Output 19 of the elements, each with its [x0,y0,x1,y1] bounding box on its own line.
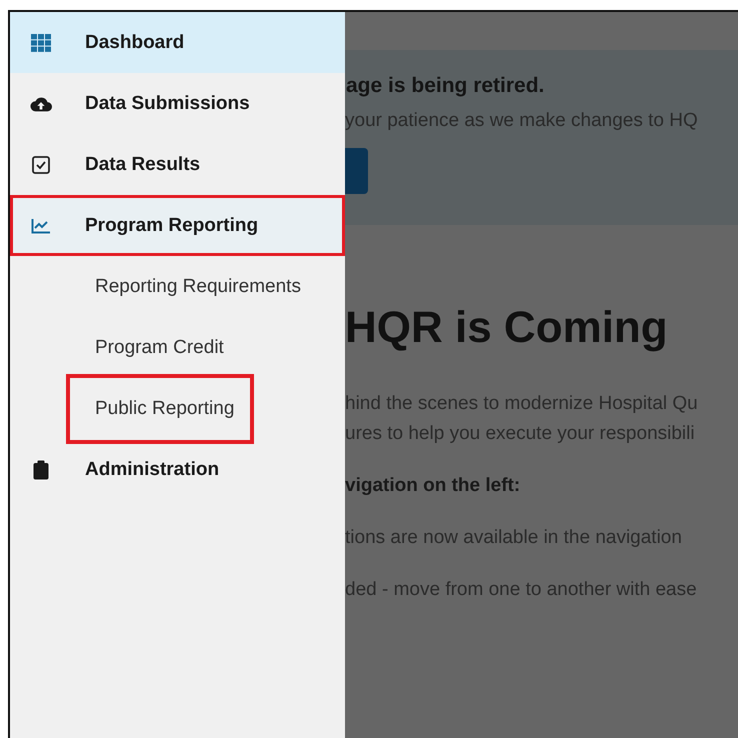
banner-text: your patience as we make changes to HQ [345,110,699,132]
page-heading: HQR is Coming [345,303,669,353]
body-text: tions are now available in the navigation [345,526,683,550]
nav-item[interactable]: Data Submissions [10,73,345,134]
nav-item[interactable]: Data Results [10,134,345,195]
banner-button[interactable] [345,148,368,194]
body-text: ded - move from one to another with ease [345,578,698,602]
grid-icon [31,34,51,52]
nav-subitem[interactable]: Public Reporting [66,374,254,444]
checkbox-icon [32,156,50,174]
cloud-upload-icon [30,94,52,112]
body-text: hind the scenes to modernize Hospital Qu [345,392,699,416]
clipboard-icon [33,460,49,480]
nav-item[interactable]: Program Reporting [10,195,345,256]
nav-item[interactable]: Dashboard [10,12,345,73]
line-chart-icon [31,218,51,234]
banner-title: age is being retired. [346,74,546,98]
body-text: ures to help you execute your responsibili [345,422,696,446]
section-label: vigation on the left: [345,474,522,498]
